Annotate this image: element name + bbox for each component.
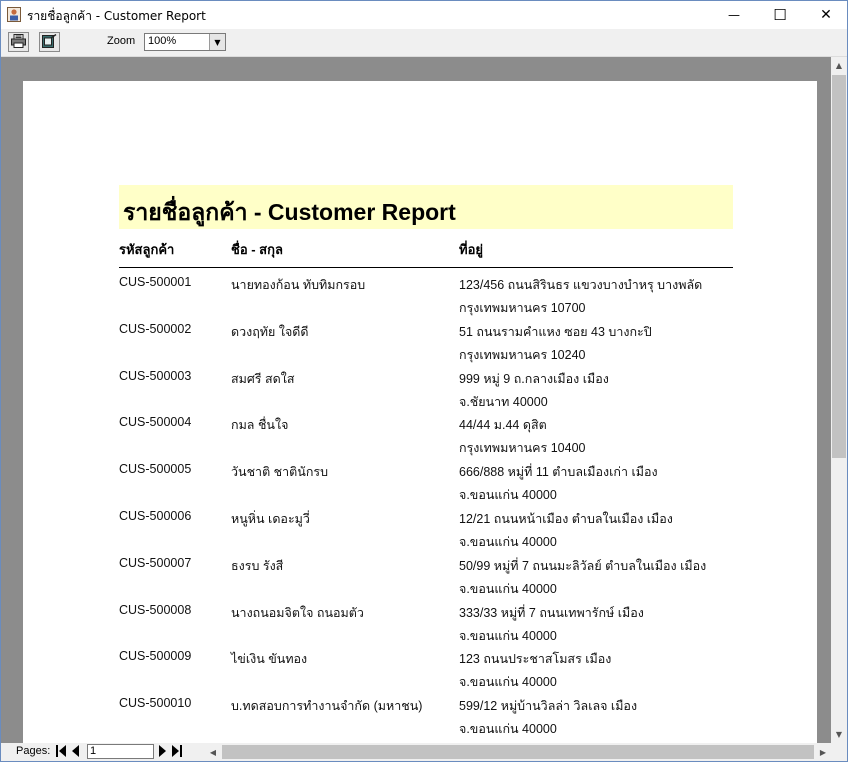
zoom-label: Zoom: [107, 35, 136, 47]
report-title: รายชื่อลูกค้า - Customer Report: [123, 199, 456, 225]
customer-id: CUS-500001: [119, 275, 192, 289]
customer-id: CUS-500005: [119, 462, 192, 477]
table-row: CUS-500004 กมล ชื่นใจ 44/44 ม.44 ดุสิต ก…: [119, 411, 733, 458]
customer-id: CUS-500006: [119, 508, 192, 523]
column-header-id: รหัสลูกค้า: [119, 242, 175, 257]
report-viewer-window: รายชื่อลูกค้า - Customer Report — ☐ ✕ Zo…: [0, 0, 848, 762]
table-row: CUS-500002 ดวงฤทัย ใจดีดี 51 ถนนรามคำแหง…: [119, 318, 733, 365]
minimize-icon: —: [728, 8, 740, 22]
table-row: CUS-500003 สมศรี สดใส 999 หมู่ 9 ถ.กลางเ…: [119, 365, 733, 412]
close-icon: ✕: [820, 7, 832, 23]
next-page-button[interactable]: [157, 744, 169, 760]
customer-id: CUS-500007: [119, 555, 192, 570]
pages-label: Pages:: [16, 745, 51, 757]
customer-name: กมล ชื่นใจ: [231, 418, 289, 433]
print-button[interactable]: [8, 32, 29, 52]
customer-name: บ.ทดสอบการทำงานจำกัด (มหาชน): [231, 699, 423, 714]
customer-address-line2: จ.ขอนแก่น 40000: [459, 534, 557, 549]
column-header-name: ชื่อ - สกุล: [231, 242, 283, 257]
customer-address-line2: จ.ขอนแก่น 40000: [459, 581, 557, 596]
header-divider: [119, 267, 733, 268]
zoom-value: 100%: [148, 35, 177, 47]
first-page-button[interactable]: [55, 744, 67, 760]
customer-id: CUS-500002: [119, 321, 192, 336]
customer-address-line1: 50/99 หมู่ที่ 7 ถนนมะลิวัลย์ ตำบลในเมือง…: [459, 558, 707, 573]
customer-name: ธงรบ รังสี: [231, 558, 284, 573]
customer-id: CUS-500010: [119, 696, 192, 711]
maximize-button[interactable]: ☐: [757, 1, 803, 29]
export-icon: [42, 33, 57, 52]
customer-address-line2: จ.ขอนแก่น 40000: [459, 722, 557, 737]
scroll-right-icon[interactable]: ▶: [815, 743, 831, 761]
customer-id: CUS-500009: [119, 649, 192, 664]
customer-address-line1: 333/33 หมู่ที่ 7 ถนนเทพารักษ์ เมือง: [459, 605, 644, 620]
scroll-left-icon[interactable]: ◀: [205, 743, 221, 761]
print-icon: [11, 33, 26, 52]
horizontal-scroll-thumb[interactable]: [222, 745, 814, 759]
table-row: CUS-500007 ธงรบ รังสี 50/99 หมู่ที่ 7 ถน…: [119, 552, 733, 599]
customer-address-line1: 999 หมู่ 9 ถ.กลางเมือง เมือง: [459, 371, 609, 386]
customer-address-line1: 12/21 ถนนหน้าเมือง ตำบลในเมือง เมือง: [459, 511, 673, 526]
page-number-input[interactable]: 1: [87, 744, 154, 759]
report-preview-area: รายชื่อลูกค้า - Customer Report รหัสลูกค…: [1, 57, 831, 743]
customer-name: ดวงฤทัย ใจดีดี: [231, 324, 309, 339]
customer-address-line1: 599/12 หมู่บ้านวิลล่า วิลเลจ เมือง: [459, 699, 638, 714]
first-page-icon: [56, 744, 66, 760]
customer-name: หนูหิ่น เดอะมูวี่: [231, 511, 310, 526]
table-row: CUS-500005 วันชาติ ชาตินักรบ 666/888 หมู…: [119, 458, 733, 505]
title-bar: รายชื่อลูกค้า - Customer Report — ☐ ✕: [1, 1, 847, 29]
status-bar: Pages: 1 ◀ ▶: [1, 743, 847, 761]
customer-id: CUS-500008: [119, 602, 192, 617]
close-button[interactable]: ✕: [803, 1, 847, 29]
customer-address-line1: 44/44 ม.44 ดุสิต: [459, 418, 547, 433]
scroll-down-icon[interactable]: ▼: [831, 726, 847, 743]
customer-address-line1: 51 ถนนรามคำแหง ซอย 43 บางกะปิ: [459, 324, 652, 339]
zoom-select[interactable]: 100% ▼: [144, 33, 226, 51]
horizontal-scrollbar[interactable]: ◀ ▶: [205, 743, 831, 761]
vertical-scrollbar[interactable]: ▲ ▼: [831, 57, 847, 743]
customer-id: CUS-500003: [119, 368, 192, 383]
customer-address-line2: กรุงเทพมหานคร 10700: [459, 301, 586, 315]
previous-page-button[interactable]: [69, 744, 81, 760]
customer-address-line1: 123/456 ถนนสิรินธร แขวงบางบำหรุ บางพลัด: [459, 278, 703, 292]
toolbar: Zoom 100% ▼: [1, 29, 847, 57]
table-row: CUS-500001 นายทองก้อน ทับทิมกรอบ 123/456…: [119, 271, 733, 318]
minimize-button[interactable]: —: [711, 1, 757, 29]
report-page: รายชื่อลูกค้า - Customer Report รหัสลูกค…: [23, 81, 817, 743]
chevron-down-icon[interactable]: ▼: [209, 34, 225, 50]
customer-address-line2: กรุงเทพมหานคร 10400: [459, 441, 586, 456]
customer-address-line2: จ.ขอนแก่น 40000: [459, 628, 557, 643]
last-page-button[interactable]: [171, 744, 183, 760]
window-title: รายชื่อลูกค้า - Customer Report: [27, 9, 206, 23]
report-app-icon: [7, 7, 21, 22]
customer-address-line2: กรุงเทพมหานคร 10240: [459, 347, 586, 362]
customer-address-line1: 666/888 หมู่ที่ 11 ตำบลเมืองเก่า เมือง: [459, 465, 658, 480]
customer-rows: CUS-500001 นายทองก้อน ทับทิมกรอบ 123/456…: [119, 271, 733, 739]
table-row: CUS-500009 ไข่เงิน ขันทอง 123 ถนนประชาสโ…: [119, 645, 733, 692]
vertical-scroll-thumb[interactable]: [832, 75, 846, 458]
table-row: CUS-500010 บ.ทดสอบการทำงานจำกัด (มหาชน) …: [119, 692, 733, 739]
export-button[interactable]: [39, 32, 60, 52]
table-row: CUS-500006 หนูหิ่น เดอะมูวี่ 12/21 ถนนหน…: [119, 505, 733, 552]
customer-name: นางถนอมจิตใจ ถนอมตัว: [231, 605, 364, 620]
scroll-up-icon[interactable]: ▲: [831, 57, 847, 74]
maximize-icon: ☐: [773, 6, 787, 24]
table-row: CUS-500008 นางถนอมจิตใจ ถนอมตัว 333/33 ห…: [119, 599, 733, 646]
previous-page-icon: [71, 744, 79, 760]
customer-id: CUS-500004: [119, 415, 192, 430]
customer-address-line2: จ.ขอนแก่น 40000: [459, 488, 557, 503]
customer-address-line2: จ.ชัยนาท 40000: [459, 394, 548, 409]
customer-name: นายทองก้อน ทับทิมกรอบ: [231, 278, 366, 292]
customer-address-line1: 123 ถนนประชาสโมสร เมือง: [459, 652, 612, 667]
customer-address-line2: จ.ขอนแก่น 40000: [459, 675, 557, 690]
customer-name: สมศรี สดใส: [231, 371, 295, 386]
next-page-icon: [159, 744, 167, 760]
customer-name: วันชาติ ชาตินักรบ: [231, 465, 329, 480]
last-page-icon: [172, 744, 182, 760]
column-header-address: ที่อยู่: [459, 242, 483, 257]
report-title-band: รายชื่อลูกค้า - Customer Report: [119, 185, 733, 229]
customer-name: ไข่เงิน ขันทอง: [231, 652, 308, 667]
